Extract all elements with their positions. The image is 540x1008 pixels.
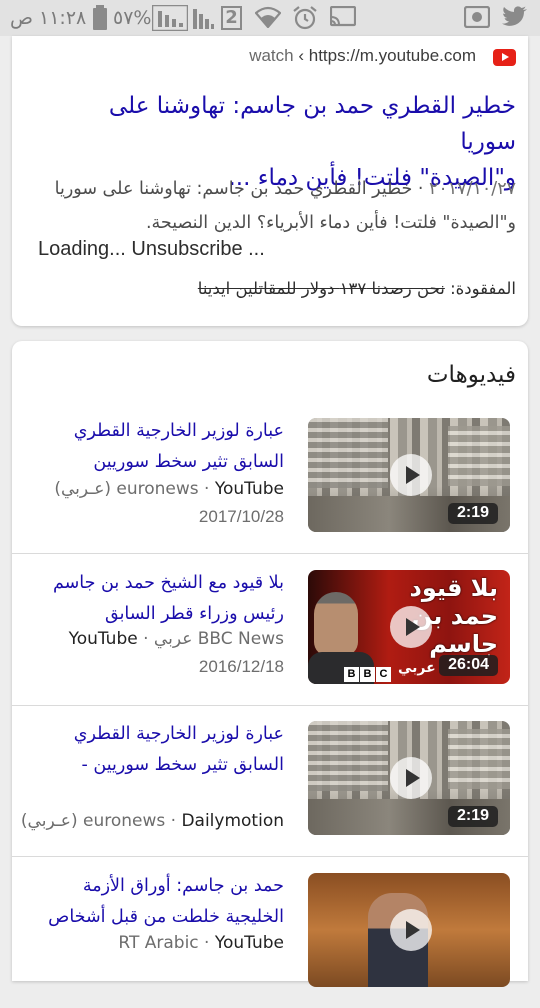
play-icon[interactable] — [390, 757, 432, 799]
result-date: ٢٠١٧/١٠/٢٧ — [429, 179, 516, 199]
video-item[interactable]: حمد بن جاسم: أوراق الأزمة الخليجية خلطت … — [12, 857, 528, 1008]
cast-icon — [329, 5, 357, 33]
video-date: 2017/10/28 — [198, 507, 284, 526]
twitter-icon — [502, 6, 528, 33]
video-thumbnail[interactable]: بلا قيود حمد بن جاسم BBC عربي 26:04 — [308, 570, 510, 684]
video-duration: 26:04 — [439, 655, 498, 676]
signal-icon — [151, 4, 189, 36]
status-bar: ١١:٢٨ ص ٥٧% 2 — [0, 0, 540, 36]
video-meta: euronews · YouTube (عـربي) — [54, 479, 284, 499]
result-snippet: ٢٠١٧/١٠/٢٧ · خطير القطري حمد بن جاسم: ته… — [54, 179, 516, 233]
video-title-link[interactable]: عبارة لوزير الخارجية القطري السابق تثير … — [28, 719, 284, 781]
play-icon[interactable] — [390, 454, 432, 496]
result-url[interactable]: watch ‹ https://m.youtube.com — [249, 46, 476, 66]
video-title-link[interactable]: حمد بن جاسم: أوراق الأزمة الخليجية خلطت … — [28, 871, 284, 933]
bbc-logo-icon: BBC — [344, 662, 392, 682]
video-item[interactable]: 2:19 عبارة لوزير الخارجية القطري السابق … — [12, 402, 528, 554]
videos-heading: فيديوهات — [426, 362, 516, 388]
result-snippet-loading: Loading... Unsubscribe ... — [38, 238, 265, 260]
result-snippet-missing: المفقودة: نحن رصدنا ١٣٧ دولار للمقاتلين … — [197, 279, 516, 298]
signal-icon — [192, 5, 214, 36]
video-meta: RT Arabic · YouTube — [118, 933, 284, 953]
wifi-icon — [254, 6, 282, 33]
video-date: 2016/12/18 — [198, 657, 284, 676]
clock: ١١:٢٨ ص — [10, 7, 87, 29]
video-title-link[interactable]: بلا قيود مع الشيخ حمد بن جاسم رئيس وزراء… — [28, 568, 284, 630]
battery-percent: ٥٧% — [113, 7, 152, 29]
thumbnail-image — [308, 418, 388, 488]
youtube-icon — [493, 49, 516, 66]
play-icon[interactable] — [390, 909, 432, 951]
thumbnail-image — [314, 592, 358, 656]
video-meta: euronews · Dailymotion (عـربي) — [20, 811, 284, 831]
thumbnail-image — [308, 721, 388, 791]
video-thumbnail[interactable]: 2:19 — [308, 721, 510, 835]
video-duration: 2:19 — [447, 806, 498, 827]
bbc-logo-arabic: عربي — [398, 660, 436, 676]
video-item[interactable]: 2:19 عبارة لوزير الخارجية القطري السابق … — [12, 705, 528, 857]
sim-icon: 2 — [221, 6, 242, 30]
battery-icon — [92, 5, 108, 36]
video-thumbnail[interactable] — [308, 873, 510, 987]
video-thumbnail[interactable]: 2:19 — [308, 418, 510, 532]
thumbnail-image — [448, 729, 510, 789]
video-title-link[interactable]: عبارة لوزير الخارجية القطري السابق تثير … — [28, 416, 284, 478]
video-duration: 2:19 — [447, 503, 498, 524]
play-icon[interactable] — [390, 606, 432, 648]
thumbnail-image — [448, 426, 510, 486]
alarm-icon — [292, 5, 318, 36]
video-meta: BBC News عربي · YouTube — [68, 629, 284, 649]
screen-record-icon — [463, 5, 491, 33]
video-item[interactable]: بلا قيود حمد بن جاسم BBC عربي 26:04 بلا … — [12, 554, 528, 706]
